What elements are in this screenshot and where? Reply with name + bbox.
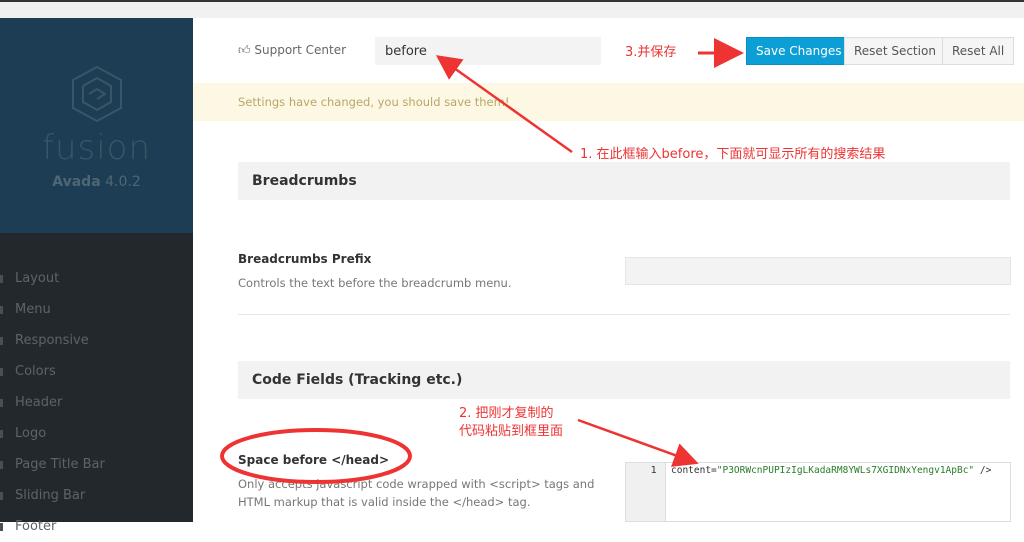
arrow-to-code: [577, 418, 699, 467]
annotation-step2: 2. 把刚才复制的 代码粘贴到框里面: [459, 406, 564, 439]
annotation-overlay: [220, 38, 744, 484]
annotation-step3: 3.并保存: [625, 45, 677, 60]
annotation-step1: 1. 在此框输入before，下面就可显示所有的搜索结果: [580, 147, 886, 162]
highlight-ellipse: [220, 428, 412, 484]
arrow-to-search: [435, 55, 573, 154]
